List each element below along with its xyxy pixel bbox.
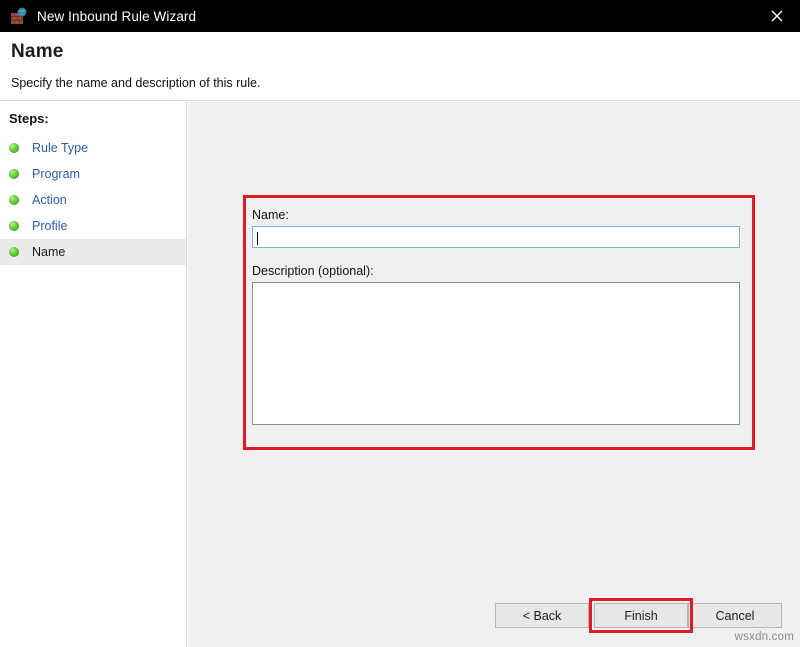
steps-sidebar: Steps: Rule Type Program Action Profile … xyxy=(0,102,187,647)
sidebar-item-label: Rule Type xyxy=(32,141,88,155)
watermark: wsxdn.com xyxy=(735,631,794,643)
name-form: Name: Description (optional): xyxy=(252,208,746,430)
sidebar-item-label: Name xyxy=(32,245,65,259)
text-caret xyxy=(257,232,258,245)
description-field-label: Description (optional): xyxy=(252,264,746,278)
sidebar-item-label: Profile xyxy=(32,219,67,233)
sidebar-item-label: Program xyxy=(32,167,80,181)
sidebar-item-program[interactable]: Program xyxy=(0,161,186,187)
sidebar-item-label: Action xyxy=(32,193,67,207)
finish-button[interactable]: Finish xyxy=(594,603,688,628)
window-title: New Inbound Rule Wizard xyxy=(37,9,196,24)
page-header: Name Specify the name and description of… xyxy=(0,32,800,101)
sidebar-item-name: Name xyxy=(0,239,186,265)
step-current-icon xyxy=(9,247,19,257)
name-field-label: Name: xyxy=(252,208,746,222)
description-textarea[interactable] xyxy=(252,282,740,425)
steps-list: Rule Type Program Action Profile Name xyxy=(0,135,186,265)
name-input[interactable] xyxy=(252,226,740,248)
firewall-globe-icon xyxy=(10,7,28,25)
page-title: Name xyxy=(11,41,64,63)
step-complete-icon xyxy=(9,221,19,231)
page-subtitle: Specify the name and description of this… xyxy=(11,76,260,90)
step-complete-icon xyxy=(9,195,19,205)
sidebar-item-action[interactable]: Action xyxy=(0,187,186,213)
back-button[interactable]: < Back xyxy=(495,603,589,628)
close-icon[interactable] xyxy=(754,0,800,32)
sidebar-item-profile[interactable]: Profile xyxy=(0,213,186,239)
title-bar: New Inbound Rule Wizard xyxy=(0,0,800,32)
step-complete-icon xyxy=(9,169,19,179)
wizard-window: New Inbound Rule Wizard Name Specify the… xyxy=(0,0,800,647)
sidebar-item-rule-type[interactable]: Rule Type xyxy=(0,135,186,161)
steps-heading: Steps: xyxy=(9,111,49,126)
cancel-button[interactable]: Cancel xyxy=(688,603,782,628)
step-complete-icon xyxy=(9,143,19,153)
